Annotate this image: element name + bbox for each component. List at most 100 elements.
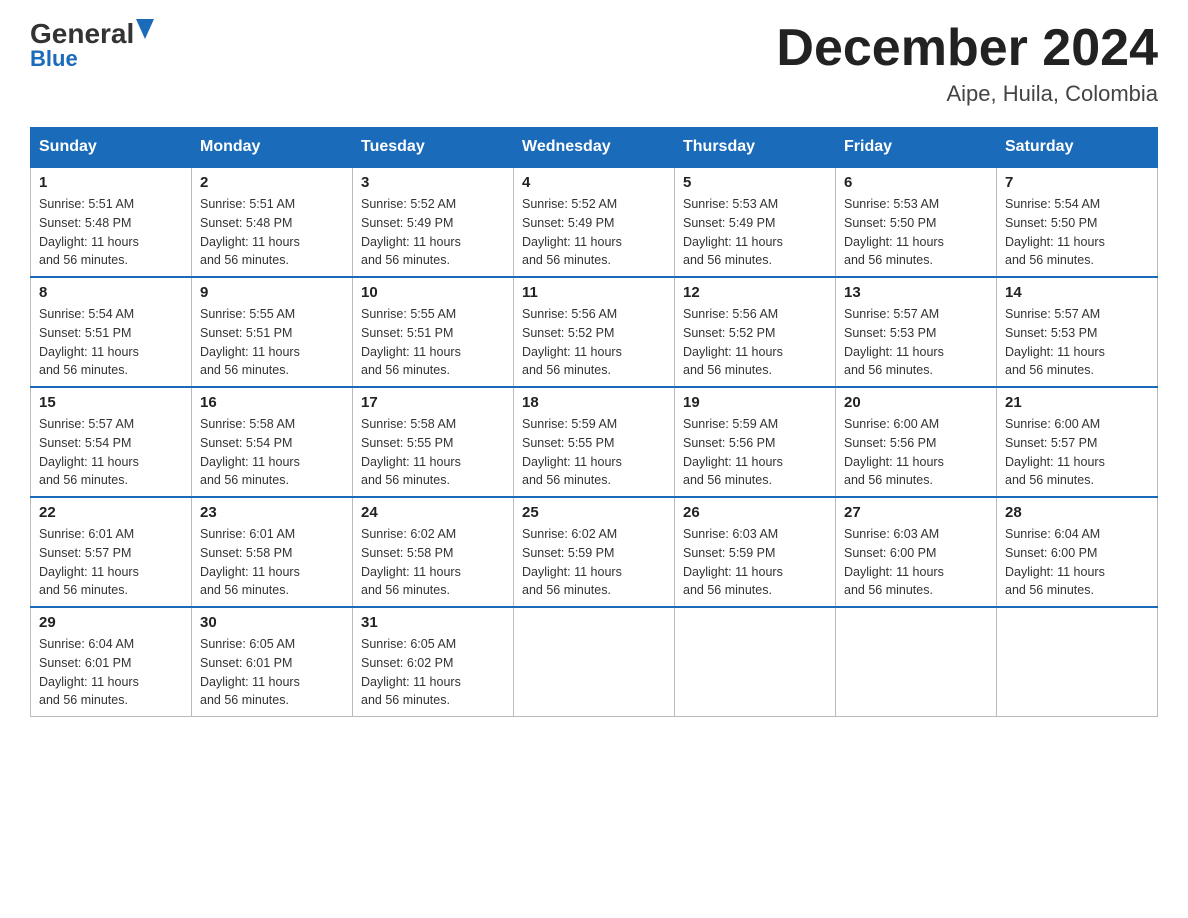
calendar-day-cell: 30 Sunrise: 6:05 AMSunset: 6:01 PMDayligh…: [192, 607, 353, 717]
logo-blue: Blue: [30, 46, 78, 72]
calendar-day-cell: 31 Sunrise: 6:05 AMSunset: 6:02 PMDayligh…: [353, 607, 514, 717]
logo-triangle-icon: [136, 19, 154, 39]
day-info: Sunrise: 5:52 AMSunset: 5:49 PMDaylight:…: [522, 195, 666, 270]
day-number: 1: [39, 174, 183, 191]
day-number: 17: [361, 394, 505, 411]
weekday-header-saturday: Saturday: [997, 128, 1158, 168]
calendar-table: SundayMondayTuesdayWednesdayThursdayFrid…: [30, 127, 1158, 717]
day-info: Sunrise: 5:52 AMSunset: 5:49 PMDaylight:…: [361, 195, 505, 270]
day-info: Sunrise: 5:58 AMSunset: 5:55 PMDaylight:…: [361, 415, 505, 490]
day-number: 4: [522, 174, 666, 191]
calendar-day-cell: 8 Sunrise: 5:54 AMSunset: 5:51 PMDaylight…: [31, 277, 192, 387]
calendar-day-cell: 26Sunrise: 6:03 AMSunset: 5:59 PMDayligh…: [675, 497, 836, 607]
calendar-day-cell: 19 Sunrise: 5:59 AMSunset: 5:56 PMDayligh…: [675, 387, 836, 497]
calendar-day-cell: 17 Sunrise: 5:58 AMSunset: 5:55 PMDayligh…: [353, 387, 514, 497]
day-info: Sunrise: 5:55 AMSunset: 5:51 PMDaylight:…: [361, 305, 505, 380]
weekday-header-monday: Monday: [192, 128, 353, 168]
calendar-day-cell: 3 Sunrise: 5:52 AMSunset: 5:49 PMDaylight…: [353, 167, 514, 277]
day-info: Sunrise: 6:03 AMSunset: 6:00 PMDaylight:…: [844, 525, 988, 600]
day-number: 19: [683, 394, 827, 411]
calendar-day-cell: 11Sunrise: 5:56 AMSunset: 5:52 PMDayligh…: [514, 277, 675, 387]
day-number: 30: [200, 614, 344, 631]
day-number: 14: [1005, 284, 1149, 301]
page-header: General Blue December 2024 Aipe, Huila, …: [30, 20, 1158, 107]
day-info: Sunrise: 6:03 AMSunset: 5:59 PMDaylight:…: [683, 525, 827, 600]
weekday-header-sunday: Sunday: [31, 128, 192, 168]
day-number: 20: [844, 394, 988, 411]
day-number: 31: [361, 614, 505, 631]
calendar-week-row: 15 Sunrise: 5:57 AMSunset: 5:54 PMDayligh…: [31, 387, 1158, 497]
day-info: Sunrise: 6:05 AMSunset: 6:02 PMDaylight:…: [361, 635, 505, 710]
empty-cell: [675, 607, 836, 717]
day-info: Sunrise: 5:56 AMSunset: 5:52 PMDaylight:…: [683, 305, 827, 380]
day-number: 16: [200, 394, 344, 411]
day-number: 25: [522, 504, 666, 521]
day-number: 6: [844, 174, 988, 191]
day-number: 24: [361, 504, 505, 521]
day-info: Sunrise: 5:57 AMSunset: 5:54 PMDaylight:…: [39, 415, 183, 490]
day-info: Sunrise: 6:05 AMSunset: 6:01 PMDaylight:…: [200, 635, 344, 710]
calendar-day-cell: 5 Sunrise: 5:53 AMSunset: 5:49 PMDaylight…: [675, 167, 836, 277]
day-number: 18: [522, 394, 666, 411]
day-number: 8: [39, 284, 183, 301]
calendar-day-cell: 23Sunrise: 6:01 AMSunset: 5:58 PMDayligh…: [192, 497, 353, 607]
day-info: Sunrise: 6:01 AMSunset: 5:57 PMDaylight:…: [39, 525, 183, 600]
day-number: 27: [844, 504, 988, 521]
month-title: December 2024: [776, 20, 1158, 77]
day-info: Sunrise: 5:53 AMSunset: 5:50 PMDaylight:…: [844, 195, 988, 270]
day-info: Sunrise: 6:04 AMSunset: 6:00 PMDaylight:…: [1005, 525, 1149, 600]
day-info: Sunrise: 5:53 AMSunset: 5:49 PMDaylight:…: [683, 195, 827, 270]
calendar-week-row: 8 Sunrise: 5:54 AMSunset: 5:51 PMDaylight…: [31, 277, 1158, 387]
day-info: Sunrise: 6:01 AMSunset: 5:58 PMDaylight:…: [200, 525, 344, 600]
day-number: 9: [200, 284, 344, 301]
logo: General Blue: [30, 20, 154, 72]
weekday-header-friday: Friday: [836, 128, 997, 168]
calendar-day-cell: 22 Sunrise: 6:01 AMSunset: 5:57 PMDayligh…: [31, 497, 192, 607]
day-info: Sunrise: 5:57 AMSunset: 5:53 PMDaylight:…: [844, 305, 988, 380]
calendar-day-cell: 12Sunrise: 5:56 AMSunset: 5:52 PMDayligh…: [675, 277, 836, 387]
calendar-day-cell: 7 Sunrise: 5:54 AMSunset: 5:50 PMDaylight…: [997, 167, 1158, 277]
day-info: Sunrise: 5:55 AMSunset: 5:51 PMDaylight:…: [200, 305, 344, 380]
calendar-day-cell: 20 Sunrise: 6:00 AMSunset: 5:56 PMDayligh…: [836, 387, 997, 497]
calendar-day-cell: 4 Sunrise: 5:52 AMSunset: 5:49 PMDaylight…: [514, 167, 675, 277]
calendar-day-cell: 14Sunrise: 5:57 AMSunset: 5:53 PMDayligh…: [997, 277, 1158, 387]
day-info: Sunrise: 5:59 AMSunset: 5:56 PMDaylight:…: [683, 415, 827, 490]
day-number: 5: [683, 174, 827, 191]
calendar-day-cell: 25Sunrise: 6:02 AMSunset: 5:59 PMDayligh…: [514, 497, 675, 607]
calendar-day-cell: 15 Sunrise: 5:57 AMSunset: 5:54 PMDayligh…: [31, 387, 192, 497]
day-info: Sunrise: 6:00 AMSunset: 5:56 PMDaylight:…: [844, 415, 988, 490]
empty-cell: [836, 607, 997, 717]
calendar-day-cell: 10 Sunrise: 5:55 AMSunset: 5:51 PMDayligh…: [353, 277, 514, 387]
calendar-day-cell: 16 Sunrise: 5:58 AMSunset: 5:54 PMDayligh…: [192, 387, 353, 497]
day-info: Sunrise: 5:54 AMSunset: 5:51 PMDaylight:…: [39, 305, 183, 380]
calendar-day-cell: 13 Sunrise: 5:57 AMSunset: 5:53 PMDayligh…: [836, 277, 997, 387]
empty-cell: [997, 607, 1158, 717]
calendar-day-cell: 21 Sunrise: 6:00 AMSunset: 5:57 PMDayligh…: [997, 387, 1158, 497]
calendar-day-cell: 27 Sunrise: 6:03 AMSunset: 6:00 PMDayligh…: [836, 497, 997, 607]
logo-general: General: [30, 20, 134, 48]
title-block: December 2024 Aipe, Huila, Colombia: [776, 20, 1158, 107]
calendar-day-cell: 2Sunrise: 5:51 AMSunset: 5:48 PMDaylight…: [192, 167, 353, 277]
day-info: Sunrise: 5:54 AMSunset: 5:50 PMDaylight:…: [1005, 195, 1149, 270]
day-number: 10: [361, 284, 505, 301]
day-number: 28: [1005, 504, 1149, 521]
day-number: 11: [522, 284, 666, 301]
day-number: 13: [844, 284, 988, 301]
calendar-day-cell: 18 Sunrise: 5:59 AMSunset: 5:55 PMDayligh…: [514, 387, 675, 497]
day-info: Sunrise: 6:04 AMSunset: 6:01 PMDaylight:…: [39, 635, 183, 710]
day-info: Sunrise: 5:51 AMSunset: 5:48 PMDaylight:…: [39, 195, 183, 270]
calendar-day-cell: 24Sunrise: 6:02 AMSunset: 5:58 PMDayligh…: [353, 497, 514, 607]
day-info: Sunrise: 5:58 AMSunset: 5:54 PMDaylight:…: [200, 415, 344, 490]
day-number: 3: [361, 174, 505, 191]
calendar-day-cell: 28 Sunrise: 6:04 AMSunset: 6:00 PMDayligh…: [997, 497, 1158, 607]
day-number: 7: [1005, 174, 1149, 191]
day-number: 15: [39, 394, 183, 411]
calendar-week-row: 22 Sunrise: 6:01 AMSunset: 5:57 PMDayligh…: [31, 497, 1158, 607]
day-info: Sunrise: 5:59 AMSunset: 5:55 PMDaylight:…: [522, 415, 666, 490]
day-number: 22: [39, 504, 183, 521]
day-number: 21: [1005, 394, 1149, 411]
calendar-day-cell: 29Sunrise: 6:04 AMSunset: 6:01 PMDayligh…: [31, 607, 192, 717]
weekday-header-row: SundayMondayTuesdayWednesdayThursdayFrid…: [31, 128, 1158, 168]
day-info: Sunrise: 6:00 AMSunset: 5:57 PMDaylight:…: [1005, 415, 1149, 490]
weekday-header-thursday: Thursday: [675, 128, 836, 168]
